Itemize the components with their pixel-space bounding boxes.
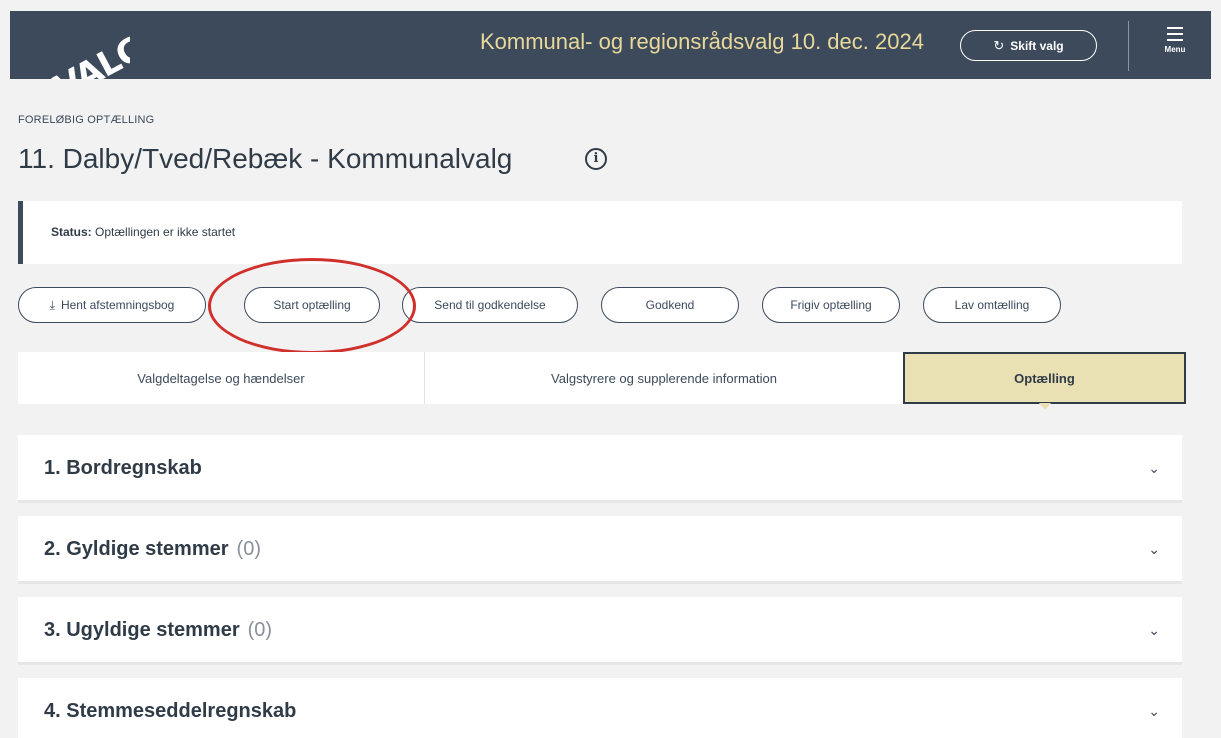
send-for-approval-label: Send til godkendelse xyxy=(434,298,546,312)
release-count-label: Frigiv optælling xyxy=(790,298,872,312)
logo-area[interactable]: VALG xyxy=(10,11,130,79)
chevron-down-icon[interactable]: ⌄ xyxy=(1148,623,1160,639)
hamburger-icon xyxy=(1167,27,1183,41)
download-ballot-book-button[interactable]: ⤓ Hent afstemningsbog xyxy=(18,287,206,323)
approve-button[interactable]: Godkend xyxy=(601,287,739,323)
status-label: Status: xyxy=(51,225,92,239)
section-title: 1. Bordregnskab xyxy=(44,457,210,480)
recount-label: Lav omtælling xyxy=(954,298,1030,312)
section-invalid-votes[interactable]: 3. Ugyldige stemmer (0) ⌄ xyxy=(18,597,1182,665)
download-icon: ⤓ xyxy=(49,297,55,312)
section-title-text: 1. Bordregnskab xyxy=(44,457,202,479)
tab-counting-label: Optælling xyxy=(1014,370,1075,386)
section-ballot-accounting[interactable]: 4. Stemmeseddelregnskab ⌄ xyxy=(18,678,1182,738)
approve-label: Godkend xyxy=(645,298,695,312)
switch-election-label: Skift valg xyxy=(1010,38,1064,53)
election-title: Kommunal- og regionsrådsvalg 10. dec. 20… xyxy=(480,29,924,54)
section-count: (0) xyxy=(236,538,261,560)
start-count-label: Start optælling xyxy=(273,298,351,312)
release-count-button[interactable]: Frigiv optælling xyxy=(762,287,900,323)
section-title-text: 2. Gyldige stemmer xyxy=(44,538,229,560)
section-title: 4. Stemmeseddelregnskab xyxy=(44,700,304,723)
status-box: Status: Optællingen er ikke startet xyxy=(18,201,1182,264)
section-title-text: 4. Stemmeseddelregnskab xyxy=(44,700,297,722)
send-for-approval-button[interactable]: Send til godkendelse xyxy=(402,287,578,323)
valg-logo: VALG xyxy=(48,27,130,79)
tab-election-officials[interactable]: Valgstyrere og supplerende information xyxy=(425,352,903,404)
header-divider xyxy=(1128,21,1129,71)
switch-election-button[interactable]: ↻ Skift valg xyxy=(960,30,1097,61)
recount-button[interactable]: Lav omtælling xyxy=(923,287,1061,323)
active-tab-pointer xyxy=(1038,403,1051,410)
tab-turnout-events[interactable]: Valgdeltagelse og hændelser xyxy=(18,352,424,404)
chevron-down-icon[interactable]: ⌄ xyxy=(1148,461,1160,477)
refresh-icon: ↻ xyxy=(993,37,1005,53)
section-title-text: 3. Ugyldige stemmer xyxy=(44,619,240,641)
page-eyebrow: FORELØBIG OPTÆLLING xyxy=(18,114,155,126)
status-value: Optællingen er ikke startet xyxy=(95,225,236,239)
section-table-accounting[interactable]: 1. Bordregnskab ⌄ xyxy=(18,435,1182,503)
status-text: Status: Optællingen er ikke startet xyxy=(51,225,235,239)
chevron-down-icon[interactable]: ⌄ xyxy=(1148,542,1160,558)
top-bar: VALG Kommunal- og regionsrådsvalg 10. de… xyxy=(10,11,1211,79)
section-title: 3. Ugyldige stemmer (0) xyxy=(44,619,272,642)
tab-election-officials-label: Valgstyrere og supplerende information xyxy=(551,370,777,386)
section-count: (0) xyxy=(247,619,273,641)
chevron-down-icon[interactable]: ⌄ xyxy=(1148,704,1160,720)
section-title: 2. Gyldige stemmer (0) xyxy=(44,538,261,561)
start-count-button[interactable]: Start optælling xyxy=(244,287,380,323)
tab-turnout-events-label: Valgdeltagelse og hændelser xyxy=(137,370,305,386)
page-title: 11. Dalby/Tved/Rebæk - Kommunalvalg xyxy=(18,143,513,174)
tab-counting[interactable]: Optælling xyxy=(903,352,1186,410)
section-valid-votes[interactable]: 2. Gyldige stemmer (0) ⌄ xyxy=(18,516,1182,584)
menu-label: Menu xyxy=(1164,45,1186,54)
tab-bar: Valgdeltagelse og hændelser Valgstyrere … xyxy=(18,352,1186,410)
menu-button[interactable]: Menu xyxy=(1155,25,1195,69)
info-icon[interactable]: i xyxy=(585,148,607,170)
download-ballot-book-label: Hent afstemningsbog xyxy=(60,298,175,312)
